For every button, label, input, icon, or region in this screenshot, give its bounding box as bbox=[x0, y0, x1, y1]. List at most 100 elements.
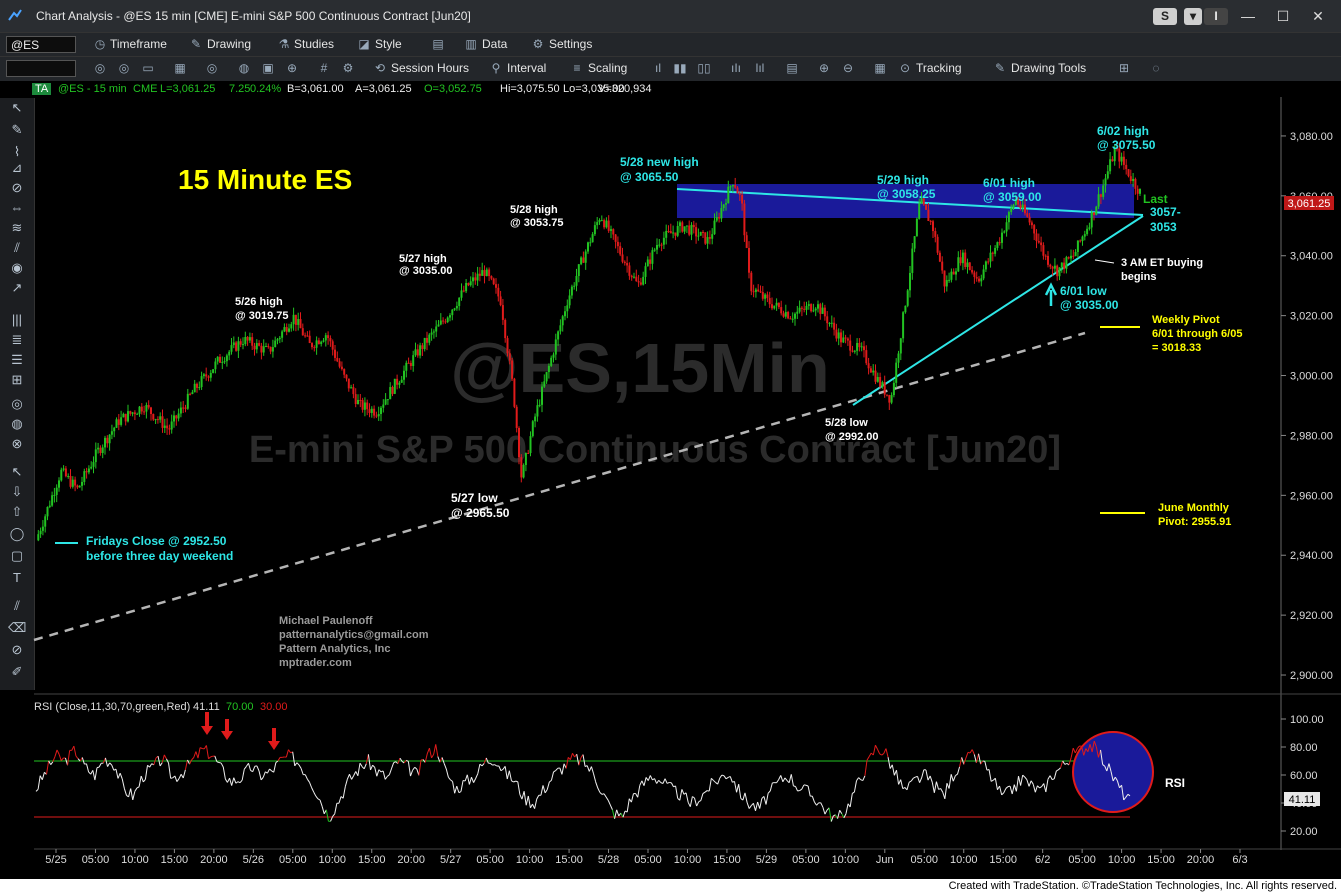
candle-body bbox=[869, 368, 872, 373]
s-dropdown-button[interactable]: ▾ bbox=[1184, 8, 1202, 25]
candle-body bbox=[244, 336, 247, 345]
rsi-segment bbox=[393, 761, 396, 764]
refresh-all-icon[interactable]: ◎ bbox=[116, 61, 132, 76]
drawing-tools-menu[interactable]: Drawing Tools bbox=[1011, 61, 1086, 75]
candle-body bbox=[74, 479, 77, 486]
candle-body bbox=[189, 393, 192, 395]
candle-body bbox=[1127, 169, 1130, 177]
ta-badge[interactable]: TA bbox=[32, 83, 52, 95]
rsi-segment bbox=[626, 798, 630, 813]
rsi-segment bbox=[220, 762, 224, 768]
i-link-button[interactable]: I bbox=[1204, 8, 1228, 25]
zoom-in-icon[interactable]: ⊕ bbox=[816, 61, 832, 76]
rsi-segment bbox=[700, 793, 704, 801]
candle-body bbox=[113, 427, 116, 432]
candle-body bbox=[1049, 264, 1052, 267]
crosshair-icon[interactable]: ⊕ bbox=[284, 61, 300, 76]
candle-hollow-icon[interactable]: ▯▯ bbox=[696, 61, 712, 76]
rsi-segment bbox=[971, 749, 975, 755]
session-hours-menu[interactable]: Session Hours bbox=[391, 61, 469, 75]
chart-add-icon[interactable]: ▦ bbox=[172, 61, 188, 76]
rsi-segment bbox=[428, 748, 433, 758]
chart-area[interactable]: @ES,15Min E-mini S&P 500 Continuous Cont… bbox=[0, 97, 1341, 879]
rsi-segment bbox=[784, 777, 788, 781]
rsi-segment bbox=[266, 768, 270, 774]
settings-menu[interactable]: Settings bbox=[549, 37, 592, 51]
time-tick-label: 10:00 bbox=[832, 854, 860, 866]
volume-icon[interactable]: ıIı bbox=[728, 61, 744, 76]
new-window-icon[interactable]: ⊞ bbox=[1116, 61, 1132, 76]
candle-body bbox=[800, 307, 803, 309]
bar-chart-icon[interactable]: ıl bbox=[650, 61, 666, 76]
zoom-out-icon[interactable]: ⊖ bbox=[840, 61, 856, 76]
hash-icon[interactable]: # bbox=[316, 61, 332, 76]
symbol-input[interactable]: @ES bbox=[6, 36, 76, 53]
candle-body bbox=[46, 506, 49, 517]
time-tick-label: 05:00 bbox=[1068, 854, 1096, 866]
high-528-label-1: 5/28 high bbox=[510, 204, 558, 216]
rsi-segment bbox=[447, 776, 451, 781]
grid-icon[interactable]: ▦ bbox=[872, 61, 888, 76]
refresh-icon[interactable]: ◎ bbox=[92, 61, 108, 76]
gear-small-icon[interactable]: ⚙ bbox=[340, 61, 356, 76]
interval-menu[interactable]: Interval bbox=[507, 61, 546, 75]
s-link-button[interactable]: S bbox=[1153, 8, 1177, 25]
rsi-segment bbox=[134, 787, 138, 792]
high-527-label-1: 5/27 high bbox=[399, 253, 447, 265]
rsi-segment bbox=[769, 782, 773, 792]
rsi-segment bbox=[913, 776, 916, 779]
style-menu[interactable]: Style bbox=[375, 37, 402, 51]
rsi-segment bbox=[955, 773, 958, 777]
candle-body bbox=[561, 316, 564, 326]
format-icon[interactable]: ◍ bbox=[236, 61, 252, 76]
bar-icon[interactable]: ▣ bbox=[260, 61, 276, 76]
candle-body bbox=[1076, 240, 1079, 252]
layout-icon[interactable]: ▤ bbox=[430, 37, 446, 52]
close-button[interactable]: ✕ bbox=[1305, 6, 1331, 26]
rsi-segment bbox=[569, 753, 573, 760]
candle-body bbox=[987, 261, 990, 263]
rsi-segment bbox=[46, 760, 50, 775]
drawing-menu[interactable]: Drawing bbox=[207, 37, 251, 51]
candle-body bbox=[428, 334, 431, 343]
rsi-segment bbox=[1072, 747, 1076, 754]
chat-icon[interactable]: ◌ bbox=[1148, 61, 1164, 76]
candle-body bbox=[389, 387, 392, 400]
rsi-segment bbox=[767, 790, 771, 794]
candle-body bbox=[147, 405, 150, 408]
maximize-button[interactable]: ☐ bbox=[1270, 6, 1296, 26]
timeframe-menu[interactable]: Timeframe bbox=[110, 37, 167, 51]
candle-body bbox=[488, 269, 491, 277]
candle-body bbox=[656, 245, 658, 250]
candle-body bbox=[1024, 204, 1026, 214]
window-icon[interactable]: ▭ bbox=[140, 61, 156, 76]
minimize-button[interactable]: — bbox=[1235, 6, 1261, 26]
scaling-menu[interactable]: Scaling bbox=[588, 61, 627, 75]
candle-body bbox=[669, 231, 672, 234]
rsi-segment bbox=[321, 806, 325, 814]
candle-body bbox=[1090, 212, 1093, 228]
candle-body bbox=[865, 350, 868, 364]
rsi-segment bbox=[481, 763, 485, 767]
rsi-segment bbox=[780, 775, 784, 782]
flask-icon: ⚗ bbox=[278, 37, 290, 51]
workspace-select[interactable] bbox=[6, 60, 76, 77]
tracking-menu[interactable]: Tracking bbox=[916, 61, 962, 75]
studies-menu[interactable]: Studies bbox=[294, 37, 334, 51]
candle-body bbox=[984, 261, 987, 270]
candle-body bbox=[136, 413, 139, 415]
candle-body bbox=[966, 262, 969, 267]
rsi-segment bbox=[607, 800, 611, 806]
author-website: mptrader.com bbox=[279, 657, 352, 669]
candle-icon[interactable]: ▮▮ bbox=[672, 61, 688, 76]
panes-icon[interactable]: ▤ bbox=[784, 61, 800, 76]
rsi-segment bbox=[452, 781, 456, 794]
candle-body bbox=[156, 419, 159, 421]
histogram-icon[interactable]: lıl bbox=[752, 61, 768, 76]
candle-body bbox=[1095, 206, 1098, 215]
status-change-pct: 0.24% bbox=[250, 83, 282, 95]
rsi-segment bbox=[799, 788, 803, 791]
candle-body bbox=[412, 355, 415, 367]
sync-icon[interactable]: ◎ bbox=[204, 61, 220, 76]
data-menu[interactable]: Data bbox=[482, 37, 507, 51]
